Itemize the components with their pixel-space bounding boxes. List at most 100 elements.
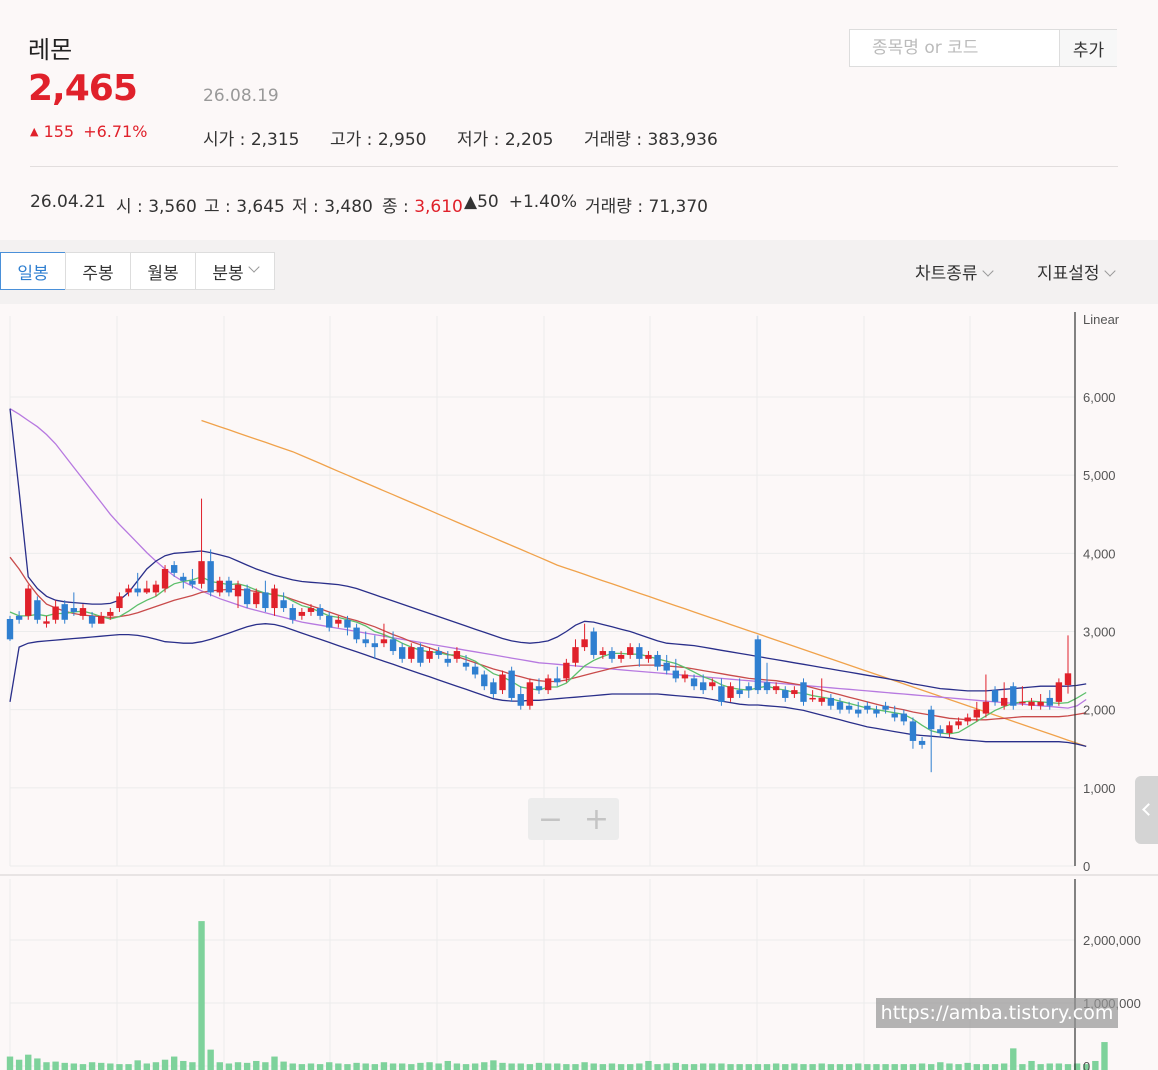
volume-bar	[1010, 1048, 1017, 1070]
candle-body	[98, 615, 105, 624]
candle-body	[818, 697, 825, 702]
candle-body	[471, 666, 479, 675]
candle-body	[134, 588, 141, 593]
tab-monthly[interactable]: 월봉	[130, 252, 196, 290]
volume-bar	[754, 1064, 762, 1070]
volume-bar	[608, 1063, 616, 1070]
volume-bar	[326, 1062, 333, 1070]
volume-bar	[79, 1064, 87, 1070]
candle-body	[389, 639, 397, 652]
candle-body	[143, 588, 151, 593]
candle-body	[344, 619, 351, 628]
candle-body	[198, 561, 205, 584]
volume-bar	[344, 1064, 351, 1070]
candle-body	[845, 705, 853, 710]
candle-body	[1019, 701, 1026, 704]
volume-tick-label: 0	[1083, 1059, 1090, 1070]
zoom-out-button[interactable]: −	[528, 798, 573, 840]
volume-bar	[526, 1064, 534, 1070]
candle-body	[353, 627, 360, 640]
candle-body	[690, 678, 698, 687]
volume-bar	[61, 1062, 68, 1070]
candle-body	[745, 686, 752, 691]
volume-bar	[499, 1062, 506, 1070]
volume-bar	[335, 1063, 342, 1070]
volume-bar	[508, 1063, 515, 1070]
volume-bar	[763, 1064, 771, 1070]
volume-bar	[481, 1062, 488, 1070]
add-button[interactable]: 추가	[1059, 30, 1117, 66]
search-input[interactable]	[850, 30, 1060, 66]
candle-body	[25, 588, 32, 616]
candle-body	[1028, 701, 1035, 706]
candle-body	[709, 682, 716, 687]
zoom-controls: − +	[528, 798, 619, 840]
candle-body	[873, 709, 880, 714]
zoom-in-button[interactable]: +	[574, 798, 619, 840]
up-triangle-icon: ▲	[464, 192, 478, 212]
candle-body	[772, 686, 780, 691]
volume-bar	[809, 1064, 816, 1070]
volume-bar	[453, 1063, 461, 1070]
volume-bar	[70, 1063, 78, 1070]
history-open-value: 3,560	[148, 197, 197, 217]
candle-body	[6, 618, 14, 640]
candle-body	[763, 682, 771, 691]
volume-bar	[1046, 1063, 1053, 1070]
volume-bar	[152, 1062, 160, 1070]
open-value: 2,315	[250, 130, 300, 150]
volume-bar	[563, 1064, 570, 1070]
tab-minute[interactable]: 분봉	[195, 252, 275, 290]
candle-body	[335, 619, 342, 624]
volume-bar	[125, 1064, 132, 1070]
volume-tick-label: 2,000,000	[1083, 933, 1141, 948]
volume-bar	[198, 921, 205, 1070]
candle-body	[891, 713, 898, 718]
volume-bar	[873, 1064, 880, 1070]
volume-bar	[845, 1064, 853, 1070]
volume-bar	[581, 1062, 588, 1070]
candle-body	[791, 690, 798, 695]
chart-type-dropdown[interactable]: 차트종류	[915, 259, 994, 284]
candle-body	[544, 678, 552, 691]
volume-bar	[225, 1063, 233, 1070]
change-percent: +6.71%	[83, 122, 148, 141]
price-chart[interactable]: Linear 01,0002,0003,0004,0005,0006,00001…	[0, 304, 1158, 1070]
candle-body	[699, 682, 707, 691]
low-label: 저가	[457, 130, 489, 150]
volume-bar	[973, 1064, 980, 1070]
candle-body	[207, 561, 214, 593]
volume-bar	[43, 1062, 50, 1070]
candle-body	[271, 588, 278, 609]
candle-body	[982, 701, 990, 714]
volume-bar	[636, 1063, 643, 1070]
candle-body	[672, 670, 680, 679]
candle-body	[918, 740, 926, 745]
tab-weekly[interactable]: 주봉	[65, 252, 131, 290]
volume-bar	[1055, 1063, 1063, 1070]
candle-body	[152, 584, 160, 593]
volume-bar	[490, 1060, 497, 1070]
volume-bar	[52, 1061, 59, 1070]
candle-body	[827, 697, 835, 706]
volume-bar	[207, 1049, 214, 1070]
history-low-label: 저	[292, 197, 308, 217]
volume-bar	[544, 1063, 552, 1070]
candle-body	[946, 725, 953, 734]
candle-body	[864, 705, 871, 710]
side-panel-toggle[interactable]	[1135, 776, 1158, 844]
volume-bar	[654, 1064, 661, 1070]
candle-body	[453, 651, 461, 659]
candle-body	[225, 580, 233, 593]
volume-bar	[307, 1063, 315, 1070]
volume-bar	[855, 1063, 862, 1070]
volume-bar	[891, 1064, 898, 1070]
indicator-settings-dropdown[interactable]: 지표설정	[1037, 259, 1116, 284]
candle-body	[316, 608, 324, 616]
high-stat: 고가 : 2,950	[330, 130, 427, 150]
tab-daily[interactable]: 일봉	[0, 252, 66, 290]
watermark: https://amba.tistory.com	[876, 998, 1118, 1028]
candle-body	[754, 639, 762, 691]
volume-bar	[1000, 1063, 1008, 1070]
volume-bar	[25, 1054, 32, 1070]
